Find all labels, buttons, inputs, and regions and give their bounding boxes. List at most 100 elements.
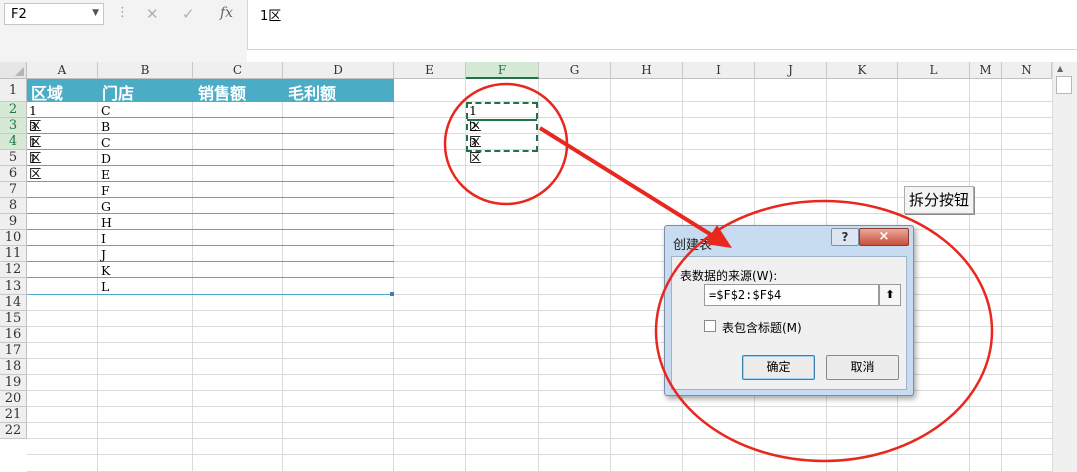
column-header-h[interactable]: H (611, 62, 683, 79)
table-row-border (27, 197, 394, 198)
table-row-border (27, 165, 394, 166)
row-header-2[interactable]: 2 (0, 102, 27, 118)
header-sales[interactable]: 销售额 (198, 80, 246, 104)
cell-b7[interactable]: F (101, 183, 110, 198)
dialog-title: 创建表 (673, 238, 713, 253)
gridline-v (97, 79, 98, 472)
column-header-d[interactable]: D (283, 62, 394, 79)
table-row-border (27, 213, 394, 214)
gridline-h (27, 454, 1052, 455)
name-box[interactable]: F2 ▼ (4, 3, 104, 25)
vertical-scrollbar[interactable]: ▲ (1052, 62, 1077, 472)
row-header-6[interactable]: 6 (0, 166, 27, 182)
row-header-20[interactable]: 20 (0, 391, 27, 407)
column-header-n[interactable]: N (1002, 62, 1052, 79)
row-header-10[interactable]: 10 (0, 230, 27, 246)
row-header-5[interactable]: 5 (0, 150, 27, 166)
row-header-11[interactable]: 11 (0, 246, 27, 262)
row-header-8[interactable]: 8 (0, 198, 27, 214)
cell-a5[interactable]: 1区 (29, 151, 42, 181)
cell-b5[interactable]: D (101, 151, 111, 166)
collapse-dialog-icon[interactable]: ⬆ (879, 284, 901, 306)
header-profit[interactable]: 毛利额 (288, 80, 336, 104)
scroll-thumb[interactable] (1056, 76, 1072, 94)
split-button[interactable]: 拆分按钮 (904, 186, 974, 214)
table-header-row: 区域 门店 销售额 毛利额 (27, 79, 394, 104)
column-header-k[interactable]: K (827, 62, 898, 79)
cell-b10[interactable]: I (101, 231, 106, 246)
column-header-b[interactable]: B (98, 62, 193, 79)
column-header-g[interactable]: G (539, 62, 611, 79)
gridline-v (1001, 79, 1002, 472)
table-resize-handle[interactable] (390, 292, 394, 296)
row-header-9[interactable]: 9 (0, 214, 27, 230)
table-row-border (27, 245, 394, 246)
scroll-up-icon[interactable]: ▲ (1057, 64, 1063, 73)
range-input[interactable]: =$F$2:$F$4 (704, 284, 879, 306)
copy-marquee (466, 102, 538, 152)
column-header-e[interactable]: E (394, 62, 466, 79)
column-header-a[interactable]: A (27, 62, 98, 79)
table-row-border (27, 117, 394, 118)
table-row-border (27, 294, 394, 295)
row-header-13[interactable]: 13 (0, 278, 27, 295)
row-header-12[interactable]: 12 (0, 262, 27, 278)
gridline-h (27, 438, 1052, 439)
row-header-16[interactable]: 16 (0, 327, 27, 343)
table-row-border (27, 277, 394, 278)
column-header-i[interactable]: I (683, 62, 755, 79)
cancel-icon[interactable]: ✕ (146, 5, 159, 23)
column-header-c[interactable]: C (193, 62, 283, 79)
chevron-down-icon[interactable]: ▼ (92, 8, 99, 18)
help-button[interactable]: ? (831, 228, 859, 246)
select-all-corner[interactable] (0, 62, 27, 79)
table-row-border (27, 261, 394, 262)
cell-b13[interactable]: L (101, 279, 109, 294)
table-row-border (27, 181, 394, 182)
gridline-v (610, 79, 611, 472)
table-row-border (27, 149, 394, 150)
formula-input[interactable]: 1区 (247, 0, 1077, 50)
has-headers-label[interactable]: 表包含标题(M) (722, 319, 802, 336)
row-header-18[interactable]: 18 (0, 359, 27, 375)
vertical-dots-icon: ⋮ (116, 5, 129, 20)
column-header-f[interactable]: F (466, 62, 539, 79)
row-header-21[interactable]: 21 (0, 407, 27, 423)
cell-b9[interactable]: H (101, 215, 112, 230)
cell-b6[interactable]: E (101, 167, 110, 182)
cancel-button[interactable]: 取消 (826, 355, 899, 380)
cell-b2[interactable]: C (101, 103, 111, 118)
insert-function-icon[interactable]: fx (220, 5, 233, 21)
cell-b4[interactable]: C (101, 135, 111, 150)
row-header-3[interactable]: 3 (0, 118, 27, 134)
ok-button[interactable]: 确定 (742, 355, 815, 380)
column-header-m[interactable]: M (970, 62, 1002, 79)
create-table-dialog: 创建表 ? × 表数据的来源(W): =$F$2:$F$4 ⬆ 表包含标题(M)… (664, 225, 914, 396)
annotation-arrow-line (538, 126, 715, 238)
cell-b8[interactable]: G (101, 199, 111, 214)
row-header-14[interactable]: 14 (0, 295, 27, 311)
cell-b11[interactable]: J (101, 247, 106, 262)
row-header-4[interactable]: 4 (0, 134, 27, 150)
column-header-l[interactable]: L (898, 62, 970, 79)
row-header-22[interactable]: 22 (0, 423, 27, 439)
table-row-border (27, 229, 394, 230)
row-header-7[interactable]: 7 (0, 182, 27, 198)
row-header-19[interactable]: 19 (0, 375, 27, 391)
source-label: 表数据的来源(W): (680, 269, 778, 283)
cell-b3[interactable]: B (101, 119, 110, 134)
cell-b12[interactable]: K (101, 263, 110, 278)
gridline-v (192, 79, 193, 472)
gridline-v (969, 79, 970, 472)
row-header-15[interactable]: 15 (0, 311, 27, 327)
column-header-j[interactable]: J (755, 62, 827, 79)
enter-icon[interactable]: ✓ (182, 5, 195, 23)
header-store[interactable]: 门店 (102, 80, 134, 104)
has-headers-checkbox[interactable] (704, 320, 716, 332)
formula-buttons: ✕ ✓ fx (134, 2, 247, 26)
row-header-17[interactable]: 17 (0, 343, 27, 359)
gridline-v (538, 79, 539, 472)
header-region[interactable]: 区域 (31, 80, 63, 104)
row-header-1[interactable]: 1 (0, 79, 27, 102)
close-button[interactable]: × (859, 228, 909, 246)
